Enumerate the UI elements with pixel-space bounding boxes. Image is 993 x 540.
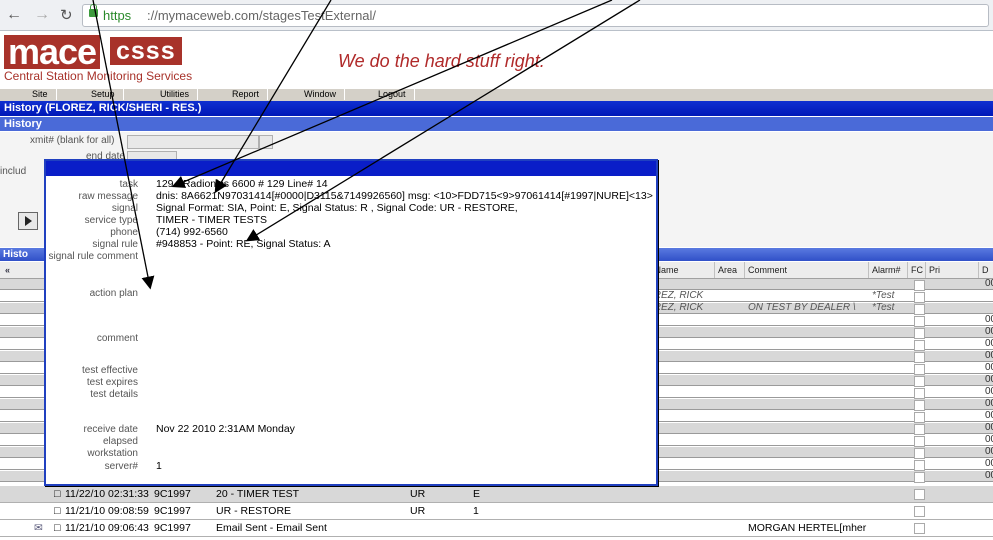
arrow-to-task <box>171 0 613 188</box>
arrow-to-action-plan <box>92 0 155 290</box>
arrow-to-phone <box>245 0 641 242</box>
annotation-arrows <box>92 0 641 290</box>
arrow-to-raw-message <box>214 0 332 194</box>
